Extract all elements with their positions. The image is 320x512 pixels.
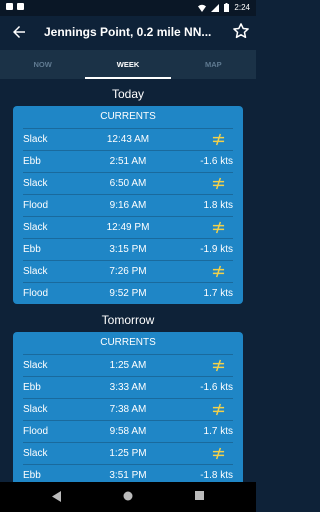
tab-now[interactable]: NOW: [0, 50, 85, 79]
battery-icon: [224, 3, 230, 12]
current-row: Flood 9:16 AM 1.8 kts: [23, 194, 233, 216]
current-time: 9:52 PM: [109, 288, 147, 299]
nav-home-icon[interactable]: [123, 491, 133, 501]
current-row: Slack 6:50 AM: [23, 172, 233, 194]
current-speed: 1.7 kts: [203, 426, 233, 437]
current-speed: -1.6 kts: [200, 156, 233, 167]
current-row: Ebb 3:33 AM -1.6 kts: [23, 376, 233, 398]
nav-recents-icon[interactable]: [195, 491, 204, 500]
current-speed: -1.9 kts: [200, 244, 233, 255]
slack-water-icon: [212, 359, 225, 372]
tab-week[interactable]: WEEK: [85, 50, 171, 79]
current-time: 7:38 AM: [109, 404, 147, 415]
current-speed: 1.7 kts: [203, 288, 233, 299]
current-row: Ebb 2:51 AM -1.6 kts: [23, 150, 233, 172]
wifi-icon: [198, 4, 207, 12]
current-row: Flood 9:58 AM 1.7 kts: [23, 420, 233, 442]
current-time: 9:58 AM: [109, 426, 147, 437]
current-speed: 1.8 kts: [203, 200, 233, 211]
current-time: 1:25 AM: [109, 360, 147, 371]
slack-water-icon: [212, 221, 225, 234]
tab-map[interactable]: MAP: [171, 50, 256, 79]
slack-water-icon: [212, 265, 225, 278]
tab-bar: NOW WEEK MAP: [0, 50, 256, 79]
day-label-today: Today: [111, 87, 145, 101]
currents-card-tomorrow: CURRENTS Slack 1:25 AM Ebb 3:33 AM -1.6 kts S…: [13, 332, 243, 482]
current-row: Slack 7:38 AM: [23, 398, 233, 420]
back-arrow-icon[interactable]: [10, 23, 28, 41]
slack-water-icon: [212, 177, 225, 190]
current-time: 12:43 AM: [106, 134, 150, 145]
app-bar: Jennings Point, 0.2 mile NN...: [0, 16, 256, 50]
system-nav-bar: [0, 482, 256, 512]
currents-card-today: CURRENTS Slack 12:43 AM Ebb 2:51 AM -1.6 kts…: [13, 106, 243, 304]
notification-icon: [6, 3, 13, 10]
slack-water-icon: [212, 133, 225, 146]
current-time: 7:26 PM: [109, 266, 147, 277]
slack-water-icon: [212, 403, 225, 416]
favorite-star-icon[interactable]: [232, 22, 250, 40]
current-speed: -1.8 kts: [200, 470, 233, 481]
signal-icon: [211, 3, 220, 12]
day-label-tomorrow: Tomorrow: [101, 313, 155, 327]
current-row: Slack 1:25 PM: [23, 442, 233, 464]
status-bar: 2:24: [0, 0, 256, 16]
sd-card-icon: [17, 3, 24, 10]
slack-water-icon: [212, 447, 225, 460]
current-row: Slack 12:49 PM: [23, 216, 233, 238]
current-time: 9:16 AM: [109, 200, 147, 211]
current-speed: -1.6 kts: [200, 382, 233, 393]
current-row: Slack 1:25 AM: [23, 354, 233, 376]
current-row: Ebb 3:51 PM -1.8 kts: [23, 464, 233, 482]
card-heading: CURRENTS: [100, 111, 156, 122]
nav-back-icon[interactable]: [52, 491, 62, 502]
current-time: 6:50 AM: [109, 178, 147, 189]
current-row: Flood 9:52 PM 1.7 kts: [23, 282, 233, 304]
current-row: Slack 12:43 AM: [23, 128, 233, 150]
week-content[interactable]: Today CURRENTS Slack 12:43 AM Ebb 2:51 AM -1…: [0, 79, 256, 482]
page-title: Jennings Point, 0.2 mile NN...: [44, 25, 212, 39]
current-time: 12:49 PM: [106, 222, 150, 233]
status-time: 2:24: [234, 3, 250, 12]
current-row: Ebb 3:15 PM -1.9 kts: [23, 238, 233, 260]
card-heading: CURRENTS: [100, 337, 156, 348]
current-row: Slack 7:26 PM: [23, 260, 233, 282]
current-time: 1:25 PM: [109, 448, 147, 459]
